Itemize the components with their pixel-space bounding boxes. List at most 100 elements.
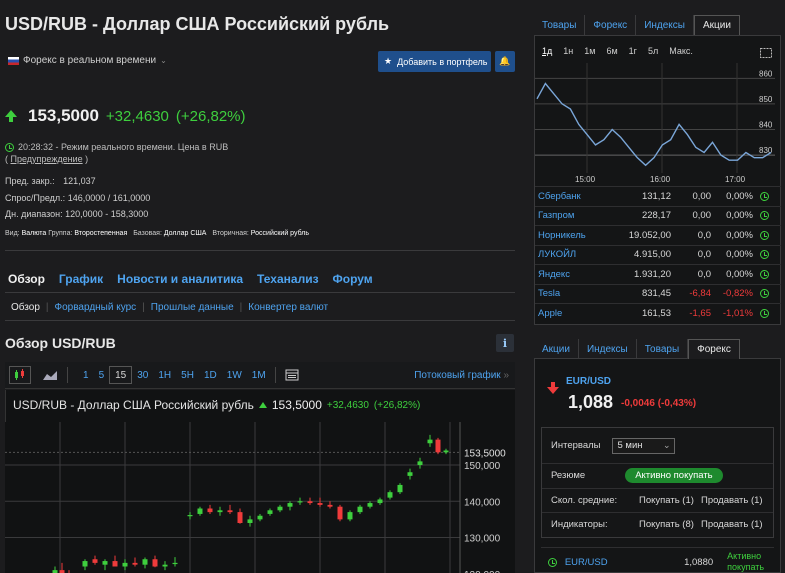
stock-name[interactable]: ЛУКОЙЛ [535,249,605,260]
y-tick-label: 150,000 [464,461,501,472]
clock-icon [759,250,769,260]
tab-commodities[interactable]: Товары [534,15,586,35]
tab-stocks[interactable]: Акции [693,15,740,35]
interval-5[interactable]: 5 [94,366,110,384]
prev-close-label: Пред. закр.: [5,176,55,186]
candlestick-type-icon[interactable] [9,366,31,384]
tab-technical[interactable]: Теханализ [257,272,318,286]
candle-body [122,562,128,567]
info-icon[interactable]: i [496,334,514,352]
interval-1d[interactable]: 1D [199,366,222,384]
interval-select[interactable]: 5 мин ⌄ [612,437,676,454]
stock-name[interactable]: Apple [535,308,605,319]
price-row: 153,5000 +32,4630 (+26,82%) [5,106,246,126]
add-to-portfolio-button[interactable]: ★ Добавить в портфель [378,51,491,72]
period-6m[interactable]: 6м [606,46,617,56]
right-top-tabs: Товары Форекс Индексы Акции [534,15,740,35]
clock-icon-cell [753,289,775,299]
summary-badge: Активно покупать [625,468,723,484]
period-1y[interactable]: 1г [629,46,637,56]
stock-row[interactable]: Apple 161,53 -1,65 -1,01% [535,303,781,323]
candle-body [142,559,148,565]
tab-forex[interactable]: Форекс [585,15,637,35]
period-1d[interactable]: 1д [542,46,552,56]
clock-icon-cell [753,308,775,318]
tab-commodities-2[interactable]: Товары [637,339,689,359]
subtab-forward-rate[interactable]: Форвардный курс [55,302,137,313]
tab-forum[interactable]: Форум [333,272,373,286]
list-pair[interactable]: EUR/USD [565,557,643,568]
indicators-sell: Продавать (1) [701,519,763,531]
candle-body [357,506,363,513]
stock-change: 0,0 [697,268,711,280]
stock-row[interactable]: Сбербанк 131,12 0,00 0,00% [535,186,781,206]
stock-change-pct: -0,82% [722,288,753,300]
tab-indices-2[interactable]: Индексы [579,339,637,359]
period-max[interactable]: Макс. [669,46,693,56]
stock-name[interactable]: Сбербанк [535,191,605,202]
interval-15[interactable]: 15 [109,366,133,384]
stock-name[interactable]: Газпром [535,210,605,221]
interval-1[interactable]: 1 [78,366,94,384]
bell-icon: 🔔 [499,56,511,66]
stock-change: 0,00 [692,210,712,222]
bid-ask-value: 146,0000 / 161,0000 [67,192,151,203]
clock-icon [759,289,769,299]
ma-label: Скол. средние: [551,494,618,506]
candle-body [367,503,373,507]
stock-row[interactable]: ЛУКОЙЛ 4.915,00 0,0 0,00% [535,244,781,265]
subtab-converter[interactable]: Конвертер валют [248,302,328,313]
stock-row[interactable]: Газпром 228,17 0,00 0,00% [535,205,781,226]
streaming-chart-link[interactable]: Потоковый график » [414,370,515,381]
clock-icon-cell [753,250,775,260]
divider [5,292,515,293]
candle-body [247,519,253,523]
tab-indices[interactable]: Индексы [636,15,694,35]
candlestick-chart: 120,000130,000140,000150,000153,5000 [5,422,506,573]
interval-1m[interactable]: 1M [247,366,271,384]
interval-30[interactable]: 30 [132,366,153,384]
period-1m[interactable]: 1м [584,46,595,56]
stock-name[interactable]: Норникель [535,230,605,241]
interval-1w[interactable]: 1W [222,366,247,384]
last-price-label: 153,5000 [464,448,506,459]
stock-name[interactable]: Яндекс [535,269,605,280]
stock-name[interactable]: Tesla [535,288,605,299]
period-1w[interactable]: 1н [563,46,573,56]
tab-stocks-2[interactable]: Акции [534,339,579,359]
chevron-down-icon: ⌄ [160,56,167,65]
tab-forex-2[interactable]: Форекс [688,339,740,359]
table-icon[interactable] [280,366,304,384]
candle-body [112,561,118,567]
divider [5,250,515,251]
clock-icon [759,230,769,240]
period-5y[interactable]: 5л [648,46,658,56]
tab-overview[interactable]: Обзор [8,272,45,286]
stock-row[interactable]: Tesla 831,45 -6,84 -0,82% [535,283,781,304]
chart-toolbar: 1 5 15 30 1H 5H 1D 1W 1M Потоковый графи… [5,362,515,389]
day-range-value: 120,0000 - 158,3000 [65,209,149,219]
separator: | [142,302,145,313]
subtab-historical[interactable]: Прошлые данные [151,302,234,313]
warning-link[interactable]: Предупреждение [11,154,83,164]
pair-name[interactable]: EUR/USD [566,376,611,387]
expand-icon[interactable] [760,45,772,63]
candle-body [297,501,303,503]
tab-news[interactable]: Новости и аналитика [117,272,243,286]
stock-change: -1,65 [689,307,711,319]
tab-chart[interactable]: График [59,272,103,286]
mini-x-tick: 15:00 [575,175,596,184]
stock-change-pct: 0,00% [726,249,753,261]
separator: | [239,302,243,313]
stock-row[interactable]: Яндекс 1.931,20 0,0 0,00% [535,264,781,284]
clock-icon-cell [753,211,775,221]
alert-bell-button[interactable]: 🔔 [495,51,515,72]
stock-change-pct: 0,00% [726,268,753,280]
stock-row[interactable]: Норникель 19.052,00 0,0 0,00% [535,225,781,245]
interval-1h[interactable]: 1H [153,366,176,384]
forex-realtime-dropdown[interactable]: Форекс в реальном времени ⌄ [8,55,167,66]
subtab-overview[interactable]: Обзор [11,302,40,313]
area-chart-icon[interactable] [37,366,63,384]
forex-list-row[interactable]: EUR/USD 1,0880 Активно покупать [541,547,774,573]
interval-5h[interactable]: 5H [176,366,199,384]
